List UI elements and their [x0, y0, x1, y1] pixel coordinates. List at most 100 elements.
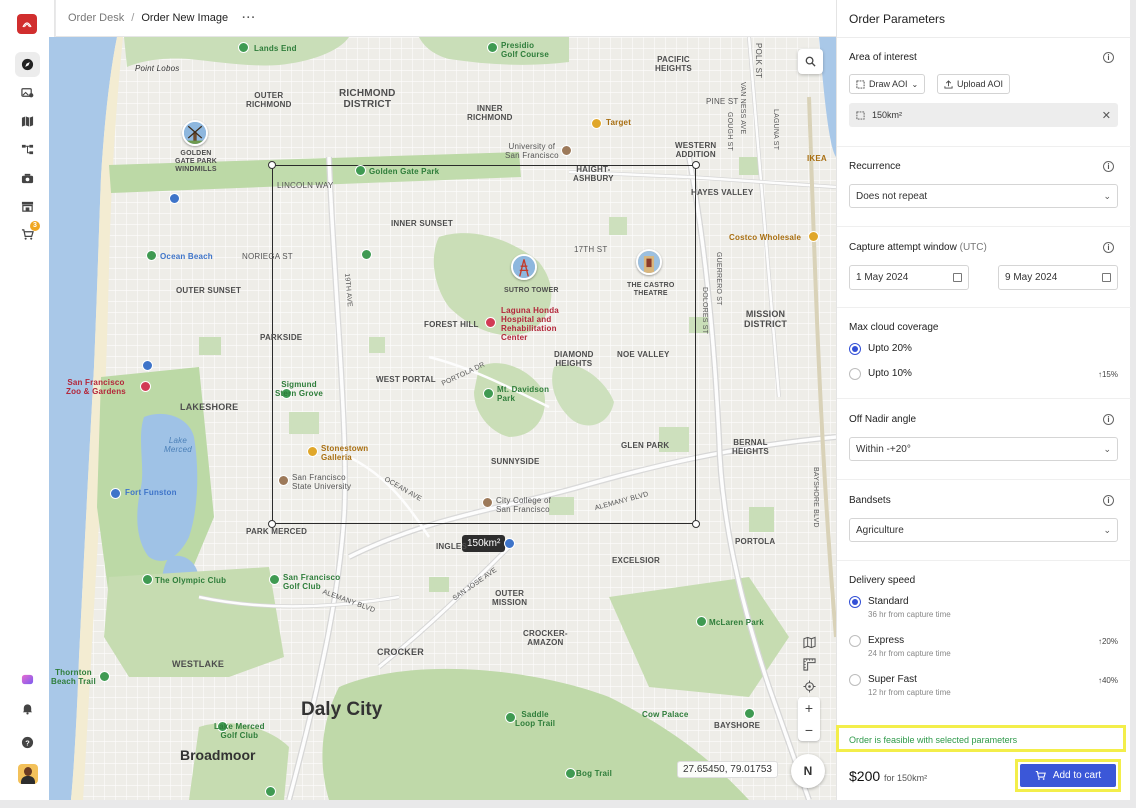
- radio-unselected-icon[interactable]: [849, 674, 861, 686]
- clear-aoi-close-icon[interactable]: ✕: [1102, 109, 1111, 122]
- capture-start-date-input[interactable]: 1 May 2024: [849, 265, 969, 290]
- zoom-out-button[interactable]: −: [798, 719, 820, 741]
- landmark-pin[interactable]: [110, 488, 121, 499]
- off-nadir-section-title: Off Nadir angle: [849, 414, 917, 425]
- cloud-option-10[interactable]: Upto 10% ↑15%: [849, 367, 1118, 383]
- zoom-in-button[interactable]: +: [798, 697, 820, 719]
- park-pin[interactable]: [355, 165, 366, 176]
- bandsets-select[interactable]: Agriculture ⌄: [849, 518, 1118, 542]
- explore-nav-button[interactable]: [15, 52, 40, 77]
- windmill-photo-pin[interactable]: [182, 120, 208, 146]
- radio-selected-icon[interactable]: [849, 343, 861, 355]
- university-pin[interactable]: [482, 497, 493, 508]
- sutro-tower-photo-pin[interactable]: [511, 254, 537, 280]
- delivery-option-duration: 24 hr from capture time: [868, 649, 951, 658]
- workflow-nav-button[interactable]: [15, 137, 40, 162]
- apps-nav-button[interactable]: [15, 667, 40, 692]
- order-parameters-panel: Order Parameters Area of interest i Draw…: [836, 0, 1131, 800]
- help-button[interactable]: ?: [15, 730, 40, 755]
- map-canvas[interactable]: 150km² Lands End Point Lobos OUTER RICHM…: [49, 37, 836, 800]
- delivery-option-express[interactable]: Express 24 hr from capture time ↑20%: [849, 634, 1118, 658]
- castro-theatre-photo-pin[interactable]: [636, 249, 662, 275]
- shopping-pin[interactable]: [307, 446, 318, 457]
- radio-unselected-icon[interactable]: [849, 368, 861, 380]
- cloud-option-20[interactable]: Upto 20%: [849, 342, 1118, 358]
- compass-north-button[interactable]: N: [791, 754, 825, 788]
- park-pin[interactable]: [696, 616, 707, 627]
- map-label: Lake Merced: [164, 436, 192, 454]
- transit-pin[interactable]: [142, 360, 153, 371]
- aoi-handle-top-right[interactable]: [692, 161, 700, 169]
- radio-selected-icon[interactable]: [849, 596, 861, 608]
- cart-nav-button[interactable]: 3: [15, 221, 40, 247]
- user-avatar[interactable]: [18, 764, 38, 784]
- golf-pin[interactable]: [269, 574, 280, 585]
- aoi-handle-top-left[interactable]: [268, 161, 276, 169]
- map-search-button[interactable]: [798, 49, 823, 74]
- transit-pin[interactable]: [504, 538, 515, 549]
- capture-window-info-icon[interactable]: i: [1103, 242, 1114, 253]
- delivery-option-label: Standard: [868, 596, 909, 607]
- bandsets-section-title: Bandsets: [849, 495, 891, 506]
- bandsets-info-icon[interactable]: i: [1103, 495, 1114, 506]
- shopping-pin[interactable]: [808, 231, 819, 242]
- map-nav-button[interactable]: [15, 109, 40, 134]
- map-label: WEST PORTAL: [376, 375, 436, 384]
- transit-pin[interactable]: [169, 193, 180, 204]
- map-label: LAGUNA ST: [772, 109, 779, 151]
- hospital-pin[interactable]: [485, 317, 496, 328]
- locate-me-button[interactable]: [799, 676, 819, 696]
- map-layers-button[interactable]: [799, 632, 819, 652]
- map-label: LINCOLN WAY: [277, 181, 334, 190]
- trail-pin[interactable]: [565, 768, 576, 779]
- store-nav-button[interactable]: [15, 194, 40, 219]
- map-label: EXCELSIOR: [612, 556, 661, 565]
- map-label: THE CASTRO THEATRE: [627, 282, 675, 297]
- avatar-body-shape: [21, 776, 35, 784]
- capture-end-date-input[interactable]: 9 May 2024: [998, 265, 1118, 290]
- map-label: CROCKER- AMAZON: [523, 629, 568, 647]
- breadcrumb-order-desk[interactable]: Order Desk: [68, 12, 124, 24]
- map-label: SUTRO TOWER: [504, 287, 559, 294]
- upload-aoi-button[interactable]: Upload AOI: [937, 74, 1011, 94]
- aoi-handle-bottom-right[interactable]: [692, 520, 700, 528]
- measure-button[interactable]: [799, 654, 819, 674]
- map-label: WESTLAKE: [172, 659, 225, 669]
- university-pin[interactable]: [278, 475, 289, 486]
- delivery-option-surcharge: ↑20%: [1097, 637, 1118, 646]
- shopping-pin[interactable]: [591, 118, 602, 129]
- cloud-option-label: Upto 10%: [868, 368, 912, 379]
- map-label: HAIGHT- ASHBURY: [573, 165, 614, 183]
- recurrence-info-icon[interactable]: i: [1103, 161, 1114, 172]
- delivery-option-standard[interactable]: Standard 36 hr from capture time: [849, 595, 1118, 619]
- off-nadir-info-icon[interactable]: i: [1103, 414, 1114, 425]
- trail-pin[interactable]: [99, 671, 110, 682]
- crosshair-icon: [802, 679, 816, 693]
- more-options-button[interactable]: ···: [242, 12, 256, 24]
- capture-end-date-value: 9 May 2024: [1005, 272, 1058, 283]
- aoi-rectangle[interactable]: [272, 165, 696, 524]
- delivery-option-super-fast[interactable]: Super Fast 12 hr from capture time ↑40%: [849, 673, 1118, 697]
- notifications-button[interactable]: [15, 696, 40, 721]
- add-to-cart-button[interactable]: Add to cart: [1020, 764, 1116, 787]
- venue-pin[interactable]: [744, 708, 755, 719]
- park-pin[interactable]: [487, 42, 498, 53]
- company-logo[interactable]: [17, 14, 37, 34]
- beach-pin[interactable]: [146, 250, 157, 261]
- delivery-option-label: Express: [868, 635, 905, 646]
- recurrence-select[interactable]: Does not repeat ⌄: [849, 184, 1118, 208]
- breadcrumb-current-page: Order New Image: [141, 12, 229, 24]
- breadcrumb-bar: Order Desk / Order New Image ···: [56, 0, 836, 37]
- images-nav-button[interactable]: [15, 80, 40, 105]
- golf-pin[interactable]: [142, 574, 153, 585]
- map-label: GLEN PARK: [621, 441, 670, 450]
- radio-unselected-icon[interactable]: [849, 635, 861, 647]
- zoo-pin[interactable]: [140, 381, 151, 392]
- tasking-nav-button[interactable]: [15, 166, 40, 191]
- university-pin[interactable]: [561, 145, 572, 156]
- park-pin[interactable]: [483, 388, 494, 399]
- aoi-info-icon[interactable]: i: [1103, 52, 1114, 63]
- off-nadir-select[interactable]: Within -+20° ⌄: [849, 437, 1118, 461]
- park-pin[interactable]: [238, 42, 249, 53]
- draw-aoi-button[interactable]: Draw AOI ⌄: [849, 74, 926, 94]
